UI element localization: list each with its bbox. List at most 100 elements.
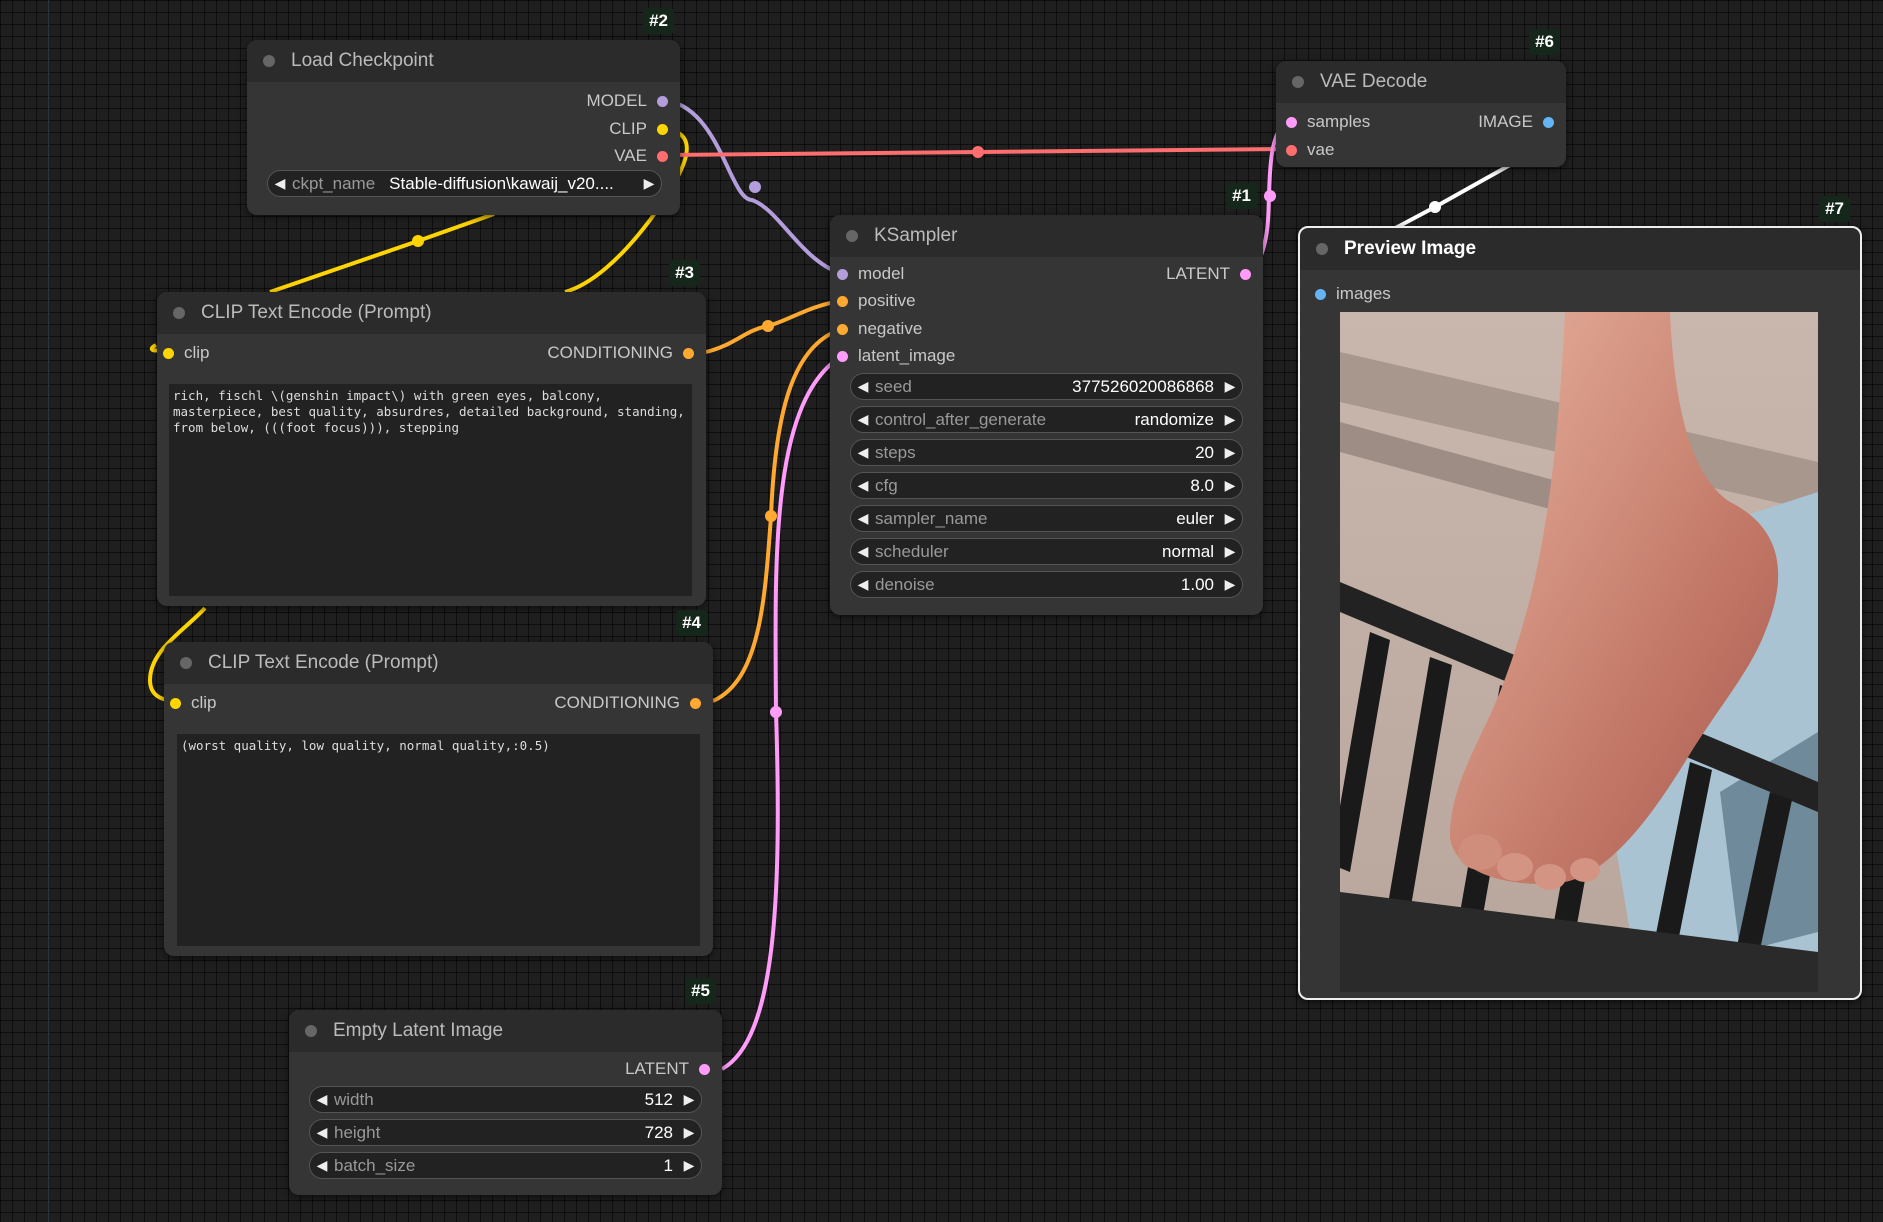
widget-label: steps (875, 442, 916, 462)
widget-height[interactable]: ◀ height 728 ▶ (309, 1119, 702, 1146)
input-slot-samples[interactable]: samples (1286, 111, 1370, 133)
output-slot-conditioning[interactable]: CONDITIONING (554, 692, 701, 714)
arrow-left-icon[interactable]: ◀ (310, 1124, 334, 1141)
arrow-right-icon[interactable]: ▶ (1218, 411, 1242, 428)
node-preview-image[interactable]: #7 Preview Image images (1298, 196, 1862, 1000)
output-slot-image[interactable]: IMAGE (1478, 111, 1554, 133)
prompt-textarea[interactable]: (worst quality, low quality, normal qual… (177, 734, 700, 946)
slot-dot-icon[interactable] (837, 268, 848, 280)
graph-canvas[interactable]: #2 Load Checkpoint MODEL CLIP VAE ◀ ckpt… (0, 0, 1883, 1222)
node-header[interactable]: KSampler (830, 215, 1263, 257)
slot-dot-icon[interactable] (1315, 288, 1326, 300)
widget-value: 1.00 (1180, 574, 1214, 594)
arrow-right-icon[interactable]: ▶ (1218, 510, 1242, 527)
widget-control-after-generate[interactable]: ◀ control_after_generate randomize ▶ (850, 406, 1243, 433)
node-header[interactable]: CLIP Text Encode (Prompt) (157, 292, 706, 334)
slot-dot-icon[interactable] (1240, 268, 1251, 280)
arrow-right-icon[interactable]: ▶ (1218, 477, 1242, 494)
link-images (1387, 163, 1511, 234)
output-slot-vae[interactable]: VAE (614, 145, 668, 167)
node-header[interactable]: Load Checkpoint (247, 40, 680, 82)
node-header[interactable]: CLIP Text Encode (Prompt) (164, 642, 713, 684)
slot-dot-icon[interactable] (837, 350, 848, 362)
input-slot-clip[interactable]: clip (163, 342, 210, 364)
widget-ckpt-name[interactable]: ◀ ckpt_name Stable-diffusion\kawaij_v20.… (267, 170, 662, 197)
arrow-left-icon[interactable]: ◀ (851, 576, 875, 593)
slot-dot-icon[interactable] (170, 697, 181, 709)
arrow-left-icon[interactable]: ◀ (851, 510, 875, 527)
widget-cfg[interactable]: ◀ cfg 8.0 ▶ (850, 472, 1243, 499)
arrow-left-icon[interactable]: ◀ (851, 378, 875, 395)
input-slot-positive[interactable]: positive (837, 290, 916, 312)
collapse-dot-icon[interactable] (1316, 243, 1328, 255)
arrow-right-icon[interactable]: ▶ (1218, 378, 1242, 395)
node-header[interactable]: Preview Image (1300, 228, 1860, 270)
slot-dot-icon[interactable] (690, 697, 701, 709)
slot-dot-icon[interactable] (683, 347, 694, 359)
input-slot-images[interactable]: images (1315, 283, 1391, 305)
slot-dot-icon[interactable] (657, 150, 668, 162)
slot-dot-icon[interactable] (699, 1063, 710, 1075)
node-load-checkpoint[interactable]: #2 Load Checkpoint MODEL CLIP VAE ◀ ckpt… (247, 8, 680, 215)
node-vae-decode[interactable]: #6 VAE Decode samples vae IMAGE (1276, 29, 1566, 167)
arrow-left-icon[interactable]: ◀ (268, 175, 292, 192)
arrow-left-icon[interactable]: ◀ (310, 1157, 334, 1174)
slot-dot-icon[interactable] (1543, 116, 1554, 128)
collapse-dot-icon[interactable] (173, 307, 185, 319)
output-slot-latent[interactable]: LATENT (1166, 263, 1251, 285)
arrow-right-icon[interactable]: ▶ (677, 1091, 701, 1108)
input-slot-negative[interactable]: negative (837, 318, 922, 340)
slot-label: latent_image (858, 346, 956, 365)
node-header[interactable]: Empty Latent Image (289, 1010, 722, 1052)
widget-value: euler (1176, 508, 1214, 528)
node-empty-latent-image[interactable]: #5 Empty Latent Image LATENT ◀ width 512… (289, 978, 722, 1195)
arrow-left-icon[interactable]: ◀ (310, 1091, 334, 1108)
slot-dot-icon[interactable] (163, 347, 174, 359)
arrow-left-icon[interactable]: ◀ (851, 477, 875, 494)
slot-dot-icon[interactable] (657, 123, 668, 135)
slot-dot-icon[interactable] (1286, 116, 1297, 128)
slot-dot-icon[interactable] (837, 323, 848, 335)
output-slot-clip[interactable]: CLIP (609, 118, 668, 140)
widget-width[interactable]: ◀ width 512 ▶ (309, 1086, 702, 1113)
widget-steps[interactable]: ◀ steps 20 ▶ (850, 439, 1243, 466)
collapse-dot-icon[interactable] (263, 55, 275, 67)
arrow-left-icon[interactable]: ◀ (851, 543, 875, 560)
widget-batch-size[interactable]: ◀ batch_size 1 ▶ (309, 1152, 702, 1179)
input-slot-latent-image[interactable]: latent_image (837, 345, 955, 367)
arrow-left-icon[interactable]: ◀ (851, 411, 875, 428)
slot-dot-icon[interactable] (1286, 144, 1297, 156)
widget-denoise[interactable]: ◀ denoise 1.00 ▶ (850, 571, 1243, 598)
node-clip-text-encode-positive[interactable]: #3 CLIP Text Encode (Prompt) clip CONDIT… (157, 260, 706, 606)
preview-image-output[interactable] (1340, 312, 1818, 992)
node-header[interactable]: VAE Decode (1276, 61, 1566, 103)
arrow-right-icon[interactable]: ▶ (1218, 576, 1242, 593)
canvas-edge-line (48, 0, 49, 1222)
input-slot-vae[interactable]: vae (1286, 139, 1334, 161)
output-slot-conditioning[interactable]: CONDITIONING (547, 342, 694, 364)
collapse-dot-icon[interactable] (846, 230, 858, 242)
widget-sampler-name[interactable]: ◀ sampler_name euler ▶ (850, 505, 1243, 532)
widget-label: ckpt_name (292, 173, 376, 193)
arrow-right-icon[interactable]: ▶ (1218, 444, 1242, 461)
node-ksampler[interactable]: #1 KSampler model positive negative late… (830, 183, 1263, 615)
arrow-right-icon[interactable]: ▶ (677, 1124, 701, 1141)
node-title: VAE Decode (1320, 71, 1428, 92)
collapse-dot-icon[interactable] (305, 1025, 317, 1037)
prompt-textarea[interactable]: rich, fischl \(genshin impact\) with gre… (169, 384, 692, 596)
node-clip-text-encode-negative[interactable]: #4 CLIP Text Encode (Prompt) clip CONDIT… (164, 610, 713, 956)
slot-dot-icon[interactable] (657, 95, 668, 107)
collapse-dot-icon[interactable] (180, 657, 192, 669)
slot-dot-icon[interactable] (837, 295, 848, 307)
input-slot-clip[interactable]: clip (170, 692, 217, 714)
widget-scheduler[interactable]: ◀ scheduler normal ▶ (850, 538, 1243, 565)
arrow-right-icon[interactable]: ▶ (677, 1157, 701, 1174)
arrow-right-icon[interactable]: ▶ (637, 175, 661, 192)
widget-seed[interactable]: ◀ seed 377526020086868 ▶ (850, 373, 1243, 400)
arrow-right-icon[interactable]: ▶ (1218, 543, 1242, 560)
arrow-left-icon[interactable]: ◀ (851, 444, 875, 461)
output-slot-latent[interactable]: LATENT (625, 1058, 710, 1080)
input-slot-model[interactable]: model (837, 263, 904, 285)
output-slot-model[interactable]: MODEL (587, 90, 668, 112)
collapse-dot-icon[interactable] (1292, 76, 1304, 88)
